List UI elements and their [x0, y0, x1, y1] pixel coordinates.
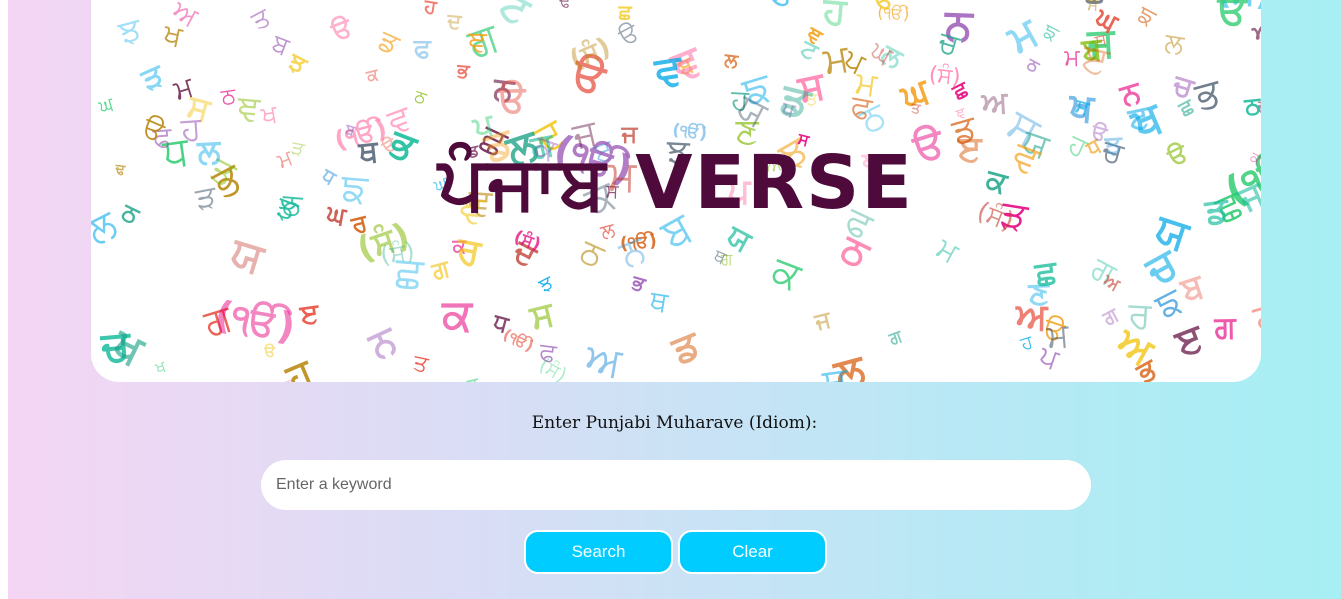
decor-letter: ੳ — [497, 77, 527, 120]
site-title: ਪੰਜਾਬ VERSE — [438, 140, 914, 226]
keyword-search-input[interactable] — [261, 460, 1091, 510]
decor-letter: ਟ — [492, 0, 540, 35]
decor-letter: ਅ — [980, 85, 1010, 121]
decor-letter: ਅ — [581, 333, 626, 382]
clear-button[interactable]: Clear — [678, 530, 827, 574]
decor-letter: ਸ — [525, 293, 559, 337]
decor-letter: ਮ — [999, 9, 1047, 63]
decor-letter: (ਸੰ) — [928, 62, 962, 90]
decor-letter: ਠ — [574, 230, 612, 275]
decor-letter: ੲ — [297, 298, 321, 331]
header-banner: ਰਸਮੲਹਧਵਕਫਅਘਪਣਛਦਞਥੳਛਲੜਫਡਡ(ੴ)ੳਸਦਚ(ੴ)ਣੜਤਨਢਗ… — [91, 0, 1261, 382]
decor-letter: ਹ — [422, 0, 439, 19]
decor-letter: ਯ — [225, 227, 272, 284]
decor-letter: ਥ — [647, 283, 672, 319]
decor-letter: ਡ — [373, 22, 406, 62]
decor-letter: ਗ — [886, 326, 906, 350]
decor-letter: ਝ — [114, 10, 148, 55]
decor-letter: ਠ — [411, 86, 430, 109]
decor-letter: ਫ — [413, 34, 432, 64]
decor-letter: ਭ — [455, 59, 472, 83]
decor-letter: ਮ — [930, 230, 965, 270]
decor-letter: ੲ — [1169, 315, 1211, 366]
decor-letter: ਫ — [765, 0, 798, 16]
decor-letter: ਤ — [410, 349, 432, 378]
decor-letter: ਦ — [445, 8, 463, 34]
decor-letter: (ੴ) — [500, 325, 536, 355]
decor-letter: ਖ — [152, 356, 170, 378]
decor-letter: ਜ — [811, 307, 834, 336]
decor-letter: ਗ — [1213, 310, 1237, 345]
search-button[interactable]: Search — [524, 530, 673, 574]
decor-letter: ਕ — [765, 248, 808, 300]
decor-letter: ਝ — [282, 47, 313, 82]
decor-letter: ੳ — [327, 12, 357, 48]
decor-letter: ਗ — [1098, 302, 1123, 331]
decor-letter: ਤ — [246, 2, 277, 37]
decor-letter: ਅ — [1248, 13, 1261, 48]
decor-letter: ੜ — [135, 56, 171, 98]
decor-letter: ਬ — [267, 28, 295, 62]
decor-letter: ਨ — [361, 317, 405, 370]
decor-letter: ਝ — [533, 269, 558, 298]
decor-letter: ੳ — [1216, 0, 1249, 34]
decor-letter: ਲ — [1161, 25, 1187, 61]
decor-letter: ਙ — [1132, 0, 1162, 33]
decor-letter: (ਸੰ) — [565, 31, 615, 76]
decor-letter: (ਸੰ) — [378, 236, 416, 270]
decor-letter: ਕ — [364, 64, 382, 86]
decor-letter: ਹ — [1247, 289, 1261, 344]
decor-letter: ਢ — [558, 0, 572, 12]
decor-letter: ਤ — [909, 100, 922, 117]
decor-letter: ਞ — [235, 87, 262, 130]
decor-letter: ਠ — [1242, 91, 1261, 121]
decor-letter: ਠ — [219, 83, 238, 111]
decor-letter: ਘ — [95, 92, 117, 119]
decor-letter: ਗ — [428, 254, 454, 286]
decor-letter: ਡ — [464, 374, 481, 382]
decor-letter: ਕ — [440, 291, 474, 341]
decor-letter: ਅ — [1015, 294, 1050, 338]
decor-letter: ਖ — [258, 98, 281, 130]
decor-letter: ਸ — [1086, 0, 1100, 14]
decor-letter: ਞ — [466, 24, 487, 59]
decor-letter: ਡ — [665, 321, 708, 373]
page-background: ਰਸਮੲਹਧਵਕਫਅਘਪਣਛਦਞਥੳਛਲੜਫਡਡ(ੴ)ੳਸਦਚ(ੴ)ਣੜਤਨਢਗ… — [8, 0, 1341, 599]
idiom-prompt-label: Enter Punjabi Muharave (Idiom): — [531, 413, 818, 433]
decor-letter: ਮ — [1063, 43, 1080, 71]
decor-letter: ਮ — [819, 35, 853, 83]
